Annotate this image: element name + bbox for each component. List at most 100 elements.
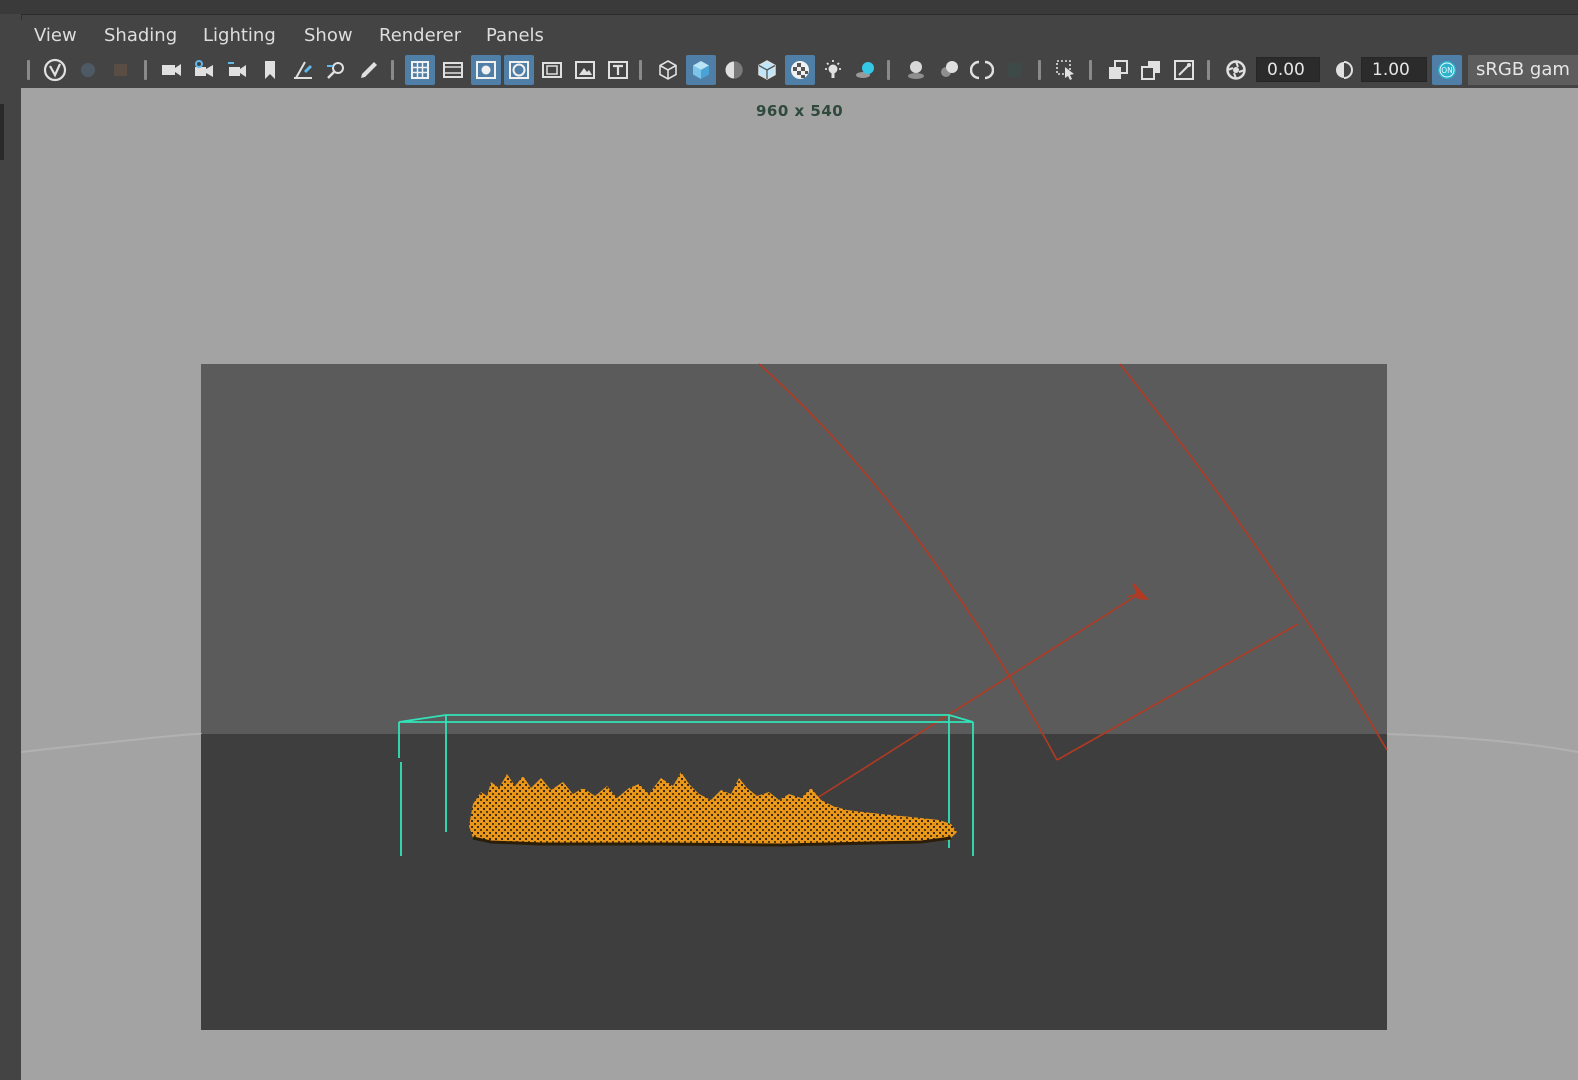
3d-viewport[interactable]: 960 x 540: [21, 88, 1578, 1080]
motion-blur-icon: [941, 61, 958, 77]
default-material-icon: [725, 61, 743, 79]
shadow-sphere-icon: [856, 62, 874, 78]
xray-joints-icon: [1174, 60, 1194, 80]
render-region-sky: [201, 364, 1387, 734]
panel-menu-bar: View Shading Lighting Show Renderer Pane…: [21, 20, 1578, 52]
menu-view[interactable]: View: [34, 25, 77, 46]
toolbar-separator: [27, 60, 30, 80]
horizon-line-left: [21, 732, 202, 753]
camera-attributes-button[interactable]: [106, 55, 136, 85]
camera-image-plane-icon: [228, 62, 246, 77]
pan-zoom-icon: [327, 62, 344, 79]
safe-title-icon: [608, 61, 628, 79]
color-space-dropdown[interactable]: sRGB gam: [1468, 55, 1578, 85]
camera-lock-icon: [195, 60, 213, 77]
2d-pan-zoom-button[interactable]: [321, 55, 351, 85]
gate-mask-button[interactable]: [504, 55, 534, 85]
movie-camera-icon: [162, 64, 181, 76]
xray-joints-button[interactable]: [1169, 55, 1199, 85]
color-management-toggle[interactable]: ON: [1432, 55, 1462, 85]
toolbar-separator: [144, 60, 147, 80]
shadows-button[interactable]: [851, 55, 881, 85]
panel-drag-handle[interactable]: [0, 104, 4, 160]
ambient-occlusion-icon: [908, 61, 924, 79]
window-top-bar: [0, 0, 1578, 15]
textured-button[interactable]: [785, 55, 815, 85]
bookmark-button[interactable]: [255, 55, 285, 85]
color-management-on-icon: ON: [1438, 61, 1456, 79]
menu-panels[interactable]: Panels: [486, 25, 544, 46]
resolution-gate-icon: [476, 61, 496, 79]
field-chart-button[interactable]: [537, 55, 567, 85]
film-gate-icon: [443, 62, 463, 78]
wireframe-button[interactable]: [653, 55, 683, 85]
xray-icon: [1109, 60, 1128, 79]
safe-action-button[interactable]: [570, 55, 600, 85]
xray-components-icon: [1141, 61, 1160, 80]
checker-texture-icon: [791, 61, 809, 79]
wire-on-shaded-icon: [758, 60, 776, 80]
depth-of-field-icon: [1008, 63, 1022, 77]
toolbar-separator: [1207, 60, 1210, 80]
image-plane-button[interactable]: [222, 55, 252, 85]
motion-blur-button[interactable]: [934, 55, 964, 85]
vray-logo-button[interactable]: [40, 55, 70, 85]
menu-shading[interactable]: Shading: [104, 25, 177, 46]
bookmarks-button[interactable]: [156, 55, 186, 85]
left-panel-edge: [0, 14, 22, 1080]
exposure-field[interactable]: 0.00: [1256, 57, 1320, 82]
lock-camera-button[interactable]: [189, 55, 219, 85]
isolate-select-icon: [1056, 60, 1074, 80]
vray-icon: [43, 58, 67, 82]
resolution-label: 960 x 540: [756, 102, 844, 120]
panel-toolbar: 0.00 1.00 ON sRGB gam: [21, 52, 1578, 88]
film-gate-button[interactable]: [438, 55, 468, 85]
wireframe-cube-icon: [659, 60, 677, 80]
select-camera-button[interactable]: [73, 55, 103, 85]
color-management-badge: ON: [1441, 66, 1453, 75]
use-all-lights-button[interactable]: [818, 55, 848, 85]
isolate-select-button[interactable]: [1051, 55, 1081, 85]
grease-pencil-tool-button[interactable]: [354, 55, 384, 85]
grease-pencil-button[interactable]: [288, 55, 318, 85]
horizon-line-right: [1386, 733, 1578, 753]
xray-button[interactable]: [1103, 55, 1133, 85]
camera-attr-dim-icon: [114, 64, 127, 76]
toolbar-separator: [1089, 60, 1092, 80]
anti-alias-icon: [970, 60, 994, 80]
gamma-field[interactable]: 1.00: [1361, 57, 1427, 82]
viewport-scene: [21, 363, 1578, 1030]
xray-active-components-button[interactable]: [1136, 55, 1166, 85]
smooth-shade-button[interactable]: [686, 55, 716, 85]
toolbar-separator: [639, 60, 642, 80]
gate-mask-icon: [509, 61, 529, 79]
toolbar-separator: [1038, 60, 1041, 80]
exposure-reset-button[interactable]: [1221, 55, 1251, 85]
menu-lighting[interactable]: Lighting: [203, 25, 276, 46]
light-bulb-icon: [825, 60, 841, 78]
grid-icon: [411, 61, 429, 79]
wireframe-on-shaded-button[interactable]: [752, 55, 782, 85]
exposure-icon: [1226, 60, 1246, 80]
toolbar-separator: [391, 60, 394, 80]
field-chart-icon: [542, 62, 562, 78]
gamma-icon: [1336, 61, 1353, 79]
grid-toggle-button[interactable]: [405, 55, 435, 85]
safe-action-icon: [575, 61, 595, 79]
render-region-ground: [201, 734, 1387, 1030]
screen-space-ao-button[interactable]: [901, 55, 931, 85]
toolbar-separator: [887, 60, 890, 80]
grid-pencil-icon: [294, 61, 313, 79]
gamma-reset-button[interactable]: [1326, 55, 1356, 85]
camera-dim-icon: [81, 63, 95, 77]
depth-of-field-button[interactable]: [1000, 55, 1030, 85]
pencil-icon: [361, 62, 377, 78]
shaded-cube-icon: [693, 61, 709, 79]
resolution-gate-button[interactable]: [471, 55, 501, 85]
anti-aliasing-button[interactable]: [967, 55, 997, 85]
menu-renderer[interactable]: Renderer: [379, 25, 461, 46]
default-material-button[interactable]: [719, 55, 749, 85]
menu-show[interactable]: Show: [304, 25, 353, 46]
bookmark-icon: [265, 61, 275, 79]
safe-title-button[interactable]: [603, 55, 633, 85]
